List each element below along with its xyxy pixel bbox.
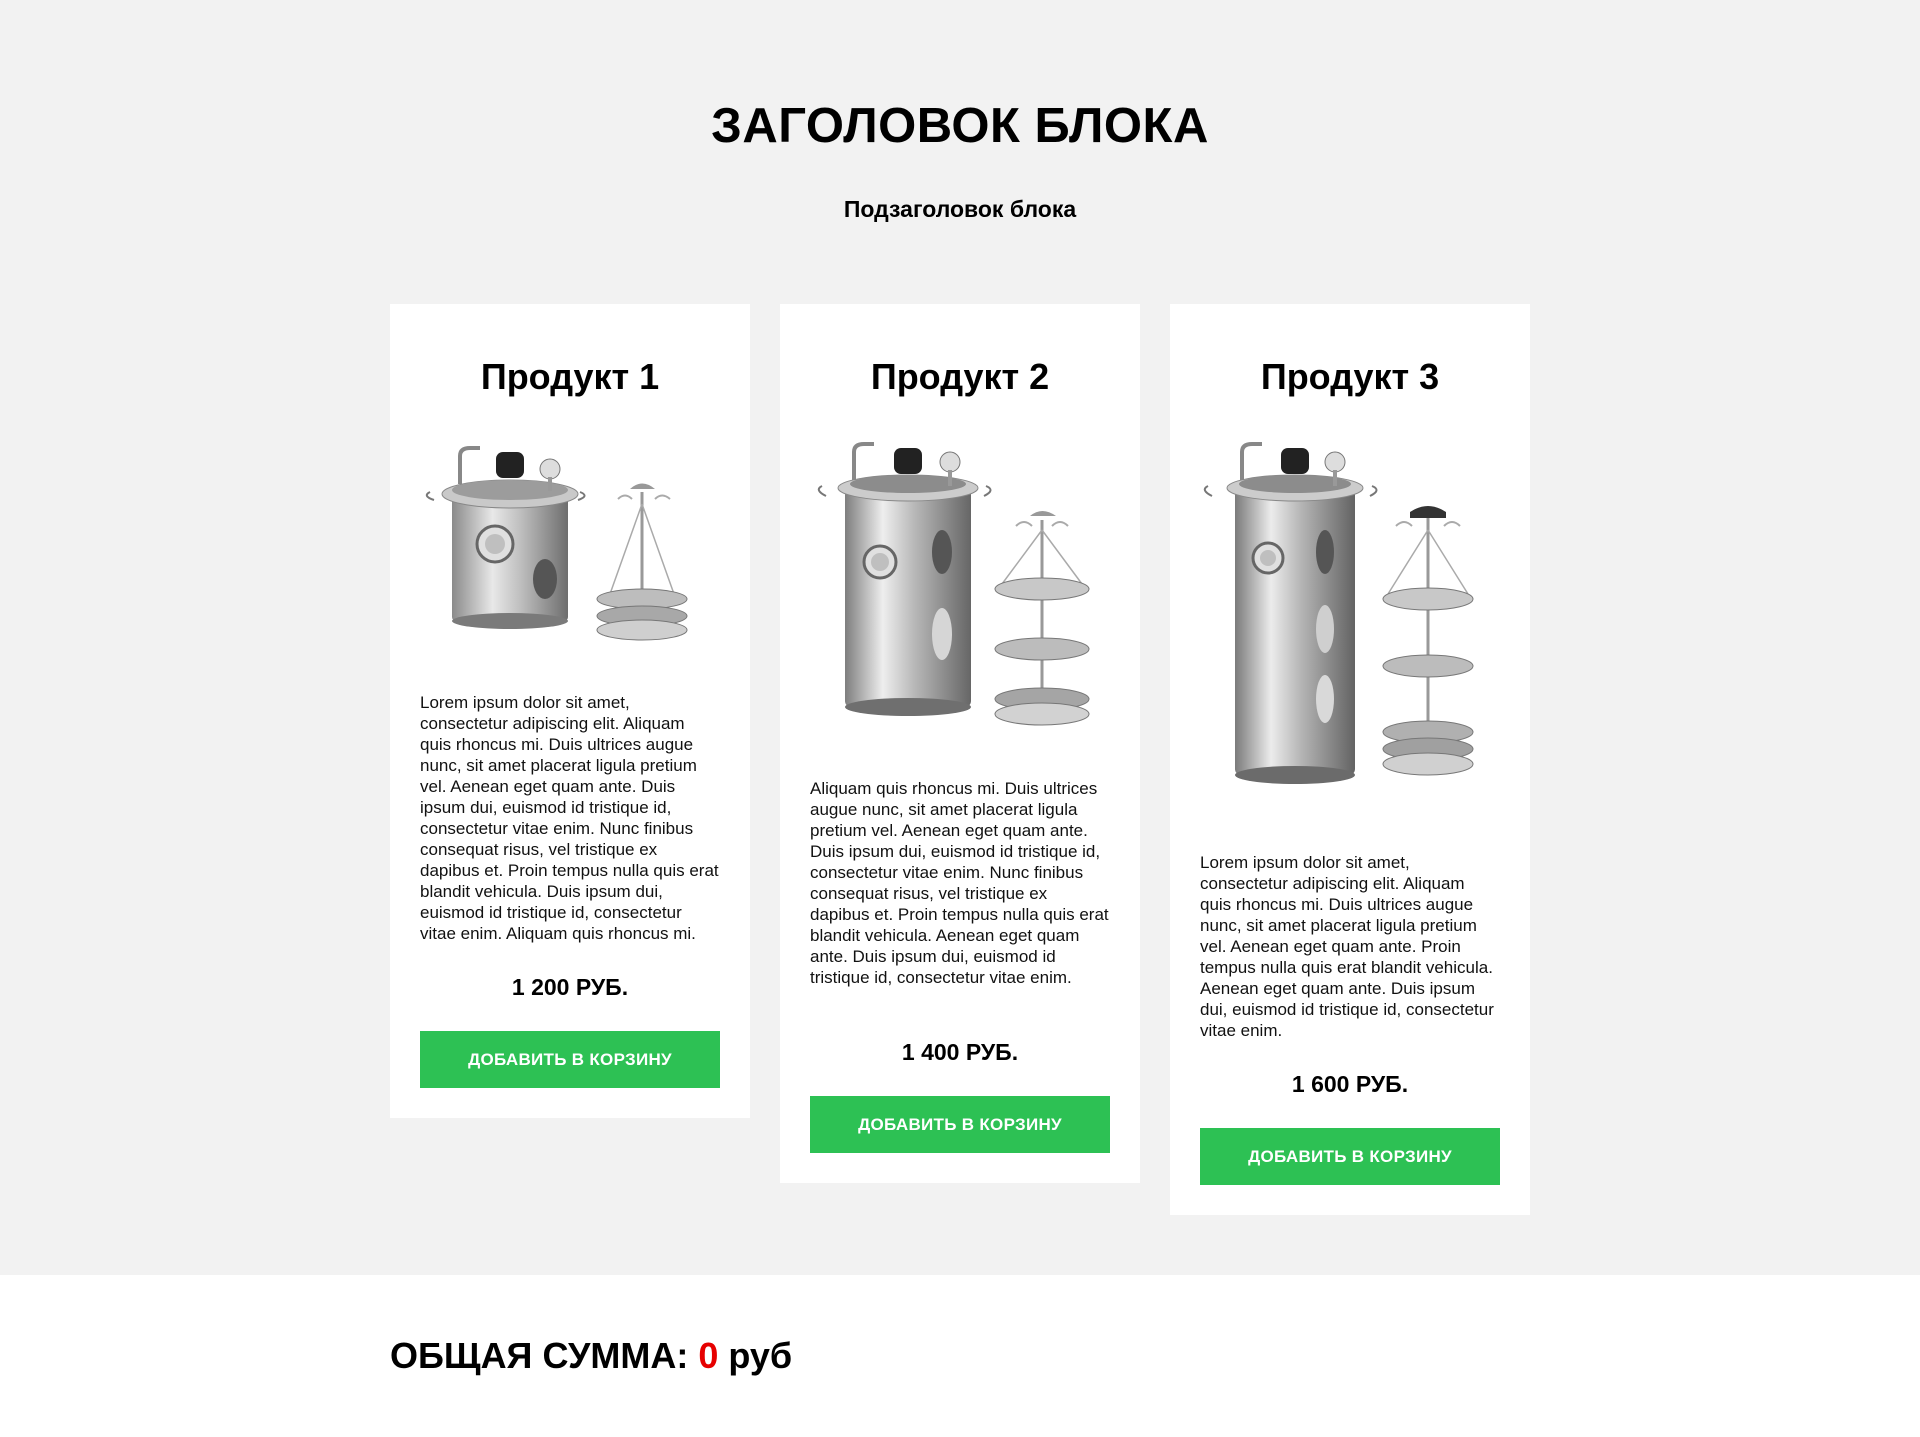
product-description: Lorem ipsum dolor sit amet, consectetur …	[1200, 853, 1494, 1040]
smokehouse-pot-image	[425, 446, 688, 641]
product-title: Продукт 2	[870, 356, 1050, 397]
cart-total: ОБЩАЯ СУММА: 0 руб	[390, 1335, 792, 1377]
smokehouse-pot-image	[1203, 442, 1474, 784]
product-description: Lorem ipsum dolor sit amet, consectetur …	[420, 693, 719, 943]
block-title: ЗАГОЛОВОК БЛОКА	[711, 99, 1209, 153]
product-price: 1 600 РУБ.	[1291, 1071, 1409, 1097]
total-value: 0	[698, 1335, 719, 1376]
block-subtitle: Подзаголовок блока	[843, 196, 1077, 222]
product-title: Продукт 1	[480, 356, 660, 397]
total-label: ОБЩАЯ СУММА:	[390, 1335, 689, 1376]
cart-total-bar: ОБЩАЯ СУММА: 0 руб	[0, 1275, 1920, 1437]
product-card-3: Продукт 3 Lorem ipsum dolor sit amet, co…	[1170, 304, 1530, 1215]
smokehouse-pot-image	[817, 442, 1090, 726]
product-description: Aliquam quis rhoncus mi. Duis ultrices a…	[810, 779, 1109, 987]
add-to-cart-button[interactable]: ДОБАВИТЬ В КОРЗИНУ	[420, 1031, 720, 1088]
product-price: 1 200 РУБ.	[511, 974, 629, 1000]
total-unit: руб	[728, 1335, 793, 1376]
products-section: ЗАГОЛОВОК БЛОКА Подзаголовок блока Проду…	[0, 0, 1920, 1275]
add-to-cart-button[interactable]: ДОБАВИТЬ В КОРЗИНУ	[1200, 1128, 1500, 1185]
product-card-1: Продукт 1 Lorem ipsum dolor sit amet, co…	[390, 304, 750, 1118]
product-price: 1 400 РУБ.	[901, 1039, 1019, 1065]
product-title: Продукт 3	[1260, 356, 1440, 397]
product-card-2: Продукт 2 Aliquam quis rhoncus mi. Duis …	[780, 304, 1140, 1183]
add-to-cart-button[interactable]: ДОБАВИТЬ В КОРЗИНУ	[810, 1096, 1110, 1153]
